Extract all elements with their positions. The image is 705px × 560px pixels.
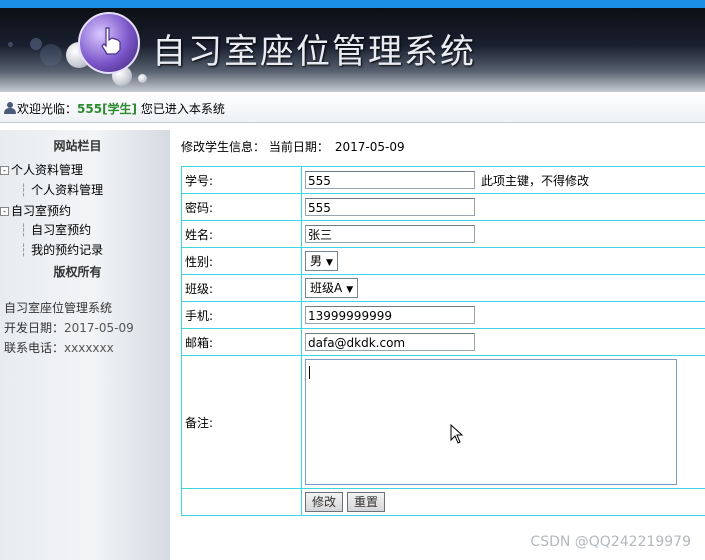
form-row-class: 班级: 班级A ▼	[181, 274, 705, 302]
student-id-hint: 此项主键，不得修改	[481, 173, 590, 188]
menu-group-label: 自习室预约	[11, 204, 72, 218]
username: 555[学生]	[77, 102, 138, 116]
dropdown-arrow-icon: ▼	[346, 285, 354, 295]
menu-item-label: 自习室预约	[31, 223, 92, 237]
email-label: 邮箱:	[181, 328, 302, 356]
menu-group-reservation[interactable]: - 自习室预约	[0, 202, 71, 219]
dev-date: 开发日期：2017-05-09	[4, 321, 134, 335]
submit-button[interactable]: 修改	[305, 492, 344, 512]
watermark: CSDN @QQ242219979	[530, 534, 691, 550]
password-label: 密码:	[181, 193, 302, 221]
top-accent-bar	[0, 0, 705, 8]
menu-item-profile-manage[interactable]: ┆ 个人资料管理	[20, 181, 103, 198]
menu-item-label: 个人资料管理	[31, 183, 104, 197]
class-label: 班级:	[181, 274, 302, 302]
student-id-label: 学号:	[181, 166, 302, 194]
student-edit-form: 学号: 555 此项主键，不得修改 密码: 555 姓名: 张三 性别: 男 ▼ 班…	[181, 166, 705, 516]
tree-line-icon: ┆	[20, 223, 28, 237]
current-date: 当前日期： 2017-05-09	[268, 140, 405, 154]
phone-input[interactable]: 13999999999	[305, 306, 475, 324]
text-caret	[309, 366, 310, 379]
student-id-input[interactable]: 555	[305, 171, 475, 189]
phone-label: 手机:	[181, 301, 302, 329]
system-name: 自习室座位管理系统	[4, 301, 113, 315]
form-row-remark: 备注:	[181, 355, 705, 489]
form-row-name: 姓名: 张三	[181, 220, 705, 248]
tree-line-icon: ┆	[20, 243, 28, 257]
remark-textarea[interactable]	[305, 359, 677, 485]
contact-phone: 联系电话：xxxxxxx	[4, 341, 114, 355]
name-label: 姓名:	[181, 220, 302, 248]
menu-item-my-reservations[interactable]: ┆ 我的预约记录	[20, 241, 103, 258]
class-select[interactable]: 班级A ▼	[305, 278, 359, 298]
user-icon	[4, 102, 16, 114]
name-input[interactable]: 张三	[305, 225, 475, 243]
hand-pointer-icon	[101, 27, 121, 55]
password-input[interactable]: 555	[305, 198, 475, 216]
mouse-cursor-icon	[450, 424, 464, 444]
sidebar-title: 网站栏目	[53, 139, 102, 153]
menu-item-label: 我的预约记录	[31, 243, 104, 257]
email-input[interactable]: dafa@dkdk.com	[305, 333, 475, 351]
form-row-actions: 修改 重置	[181, 488, 705, 516]
welcome-bar: 欢迎光临：555[学生] 您已进入本系统	[0, 92, 705, 123]
menu-group-label: 个人资料管理	[11, 163, 84, 177]
menu-item-room-reserve[interactable]: ┆ 自习室预约	[20, 221, 91, 238]
form-row-student-id: 学号: 555 此项主键，不得修改	[181, 166, 705, 194]
tree-line-icon: ┆	[20, 183, 28, 197]
tree-expander-icon[interactable]: -	[0, 207, 9, 216]
form-row-gender: 性别: 男 ▼	[181, 247, 705, 275]
page-heading: 修改学生信息： 当前日期： 2017-05-09	[181, 140, 405, 154]
form-row-email: 邮箱: dafa@dkdk.com	[181, 328, 705, 356]
form-row-phone: 手机: 13999999999	[181, 301, 705, 329]
dropdown-arrow-icon: ▼	[326, 258, 333, 268]
welcome-text: 欢迎光临：555[学生] 您已进入本系统	[17, 102, 225, 116]
remark-label: 备注:	[181, 355, 302, 489]
copyright-title: 版权所有	[53, 265, 102, 279]
menu-group-profile[interactable]: - 个人资料管理	[0, 161, 83, 178]
header-banner: 自习室座位管理系统	[0, 8, 705, 92]
tree-expander-icon[interactable]: -	[0, 166, 9, 175]
logo	[78, 12, 140, 74]
decor-ball	[138, 74, 147, 83]
reset-button[interactable]: 重置	[347, 492, 386, 512]
gender-label: 性别:	[181, 247, 302, 275]
gender-select[interactable]: 男 ▼	[305, 251, 338, 271]
form-row-password: 密码: 555	[181, 193, 705, 221]
site-title: 自习室座位管理系统	[152, 32, 476, 72]
